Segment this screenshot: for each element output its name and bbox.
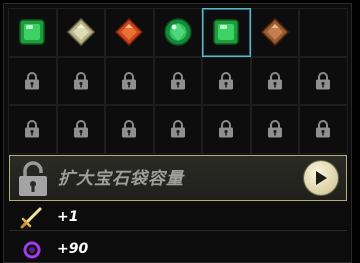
gem-slot-6[interactable] <box>250 8 299 57</box>
lock-icon <box>169 119 187 139</box>
locked-slot[interactable] <box>299 105 348 154</box>
locked-slot[interactable] <box>105 56 154 105</box>
locked-slot[interactable] <box>8 105 57 154</box>
lock-icon <box>217 119 235 139</box>
lock-icon <box>314 71 332 91</box>
lock-icon <box>16 160 50 202</box>
stat-row-magic: +90 <box>9 236 347 262</box>
lock-icon <box>120 119 138 139</box>
locked-slot[interactable] <box>153 56 202 105</box>
lock-icon <box>23 119 41 139</box>
locked-slot[interactable] <box>56 56 105 105</box>
locked-slot[interactable] <box>202 105 251 154</box>
lock-icon <box>72 119 90 139</box>
locked-slot[interactable] <box>56 105 105 154</box>
lock-icon <box>217 71 235 91</box>
gem-slot-grid <box>8 8 348 154</box>
green-round-gem-icon <box>164 18 192 46</box>
green-square-gem-icon <box>213 19 239 45</box>
magic-value: +90 <box>57 241 89 257</box>
locked-slot[interactable] <box>250 56 299 105</box>
lock-icon <box>23 71 41 91</box>
lock-icon <box>266 71 284 91</box>
gem-slot-3[interactable] <box>105 8 154 57</box>
expand-gem-bag-button[interactable]: 扩大宝石袋容量 <box>9 155 347 201</box>
lock-icon <box>169 71 187 91</box>
beige-diamond-gem-icon <box>66 18 95 47</box>
expand-capacity-label: 扩大宝石袋容量 <box>58 169 184 189</box>
gem-slot-4[interactable] <box>153 8 202 57</box>
stat-row-attack: +1 <box>9 204 347 231</box>
lock-icon <box>72 71 90 91</box>
locked-slot[interactable] <box>105 105 154 154</box>
play-icon <box>316 171 327 185</box>
magic-orb-icon <box>23 241 41 259</box>
gem-slot-7-empty[interactable] <box>299 8 348 57</box>
attack-value: +1 <box>57 209 79 225</box>
gem-slot-2[interactable] <box>56 8 105 57</box>
lock-icon <box>314 119 332 139</box>
orange-diamond-gem-icon <box>115 18 144 47</box>
sword-icon <box>20 207 42 229</box>
gem-slot-1[interactable] <box>8 8 57 57</box>
locked-slot[interactable] <box>202 56 251 105</box>
green-square-gem-icon <box>19 19 45 45</box>
lock-icon <box>120 71 138 91</box>
gem-slot-5-selected[interactable] <box>202 8 251 57</box>
play-button[interactable] <box>304 161 338 195</box>
lock-icon <box>266 119 284 139</box>
locked-slot[interactable] <box>299 56 348 105</box>
locked-slot[interactable] <box>153 105 202 154</box>
locked-slot[interactable] <box>8 56 57 105</box>
locked-slot[interactable] <box>250 105 299 154</box>
brown-diamond-gem-icon <box>260 18 289 47</box>
